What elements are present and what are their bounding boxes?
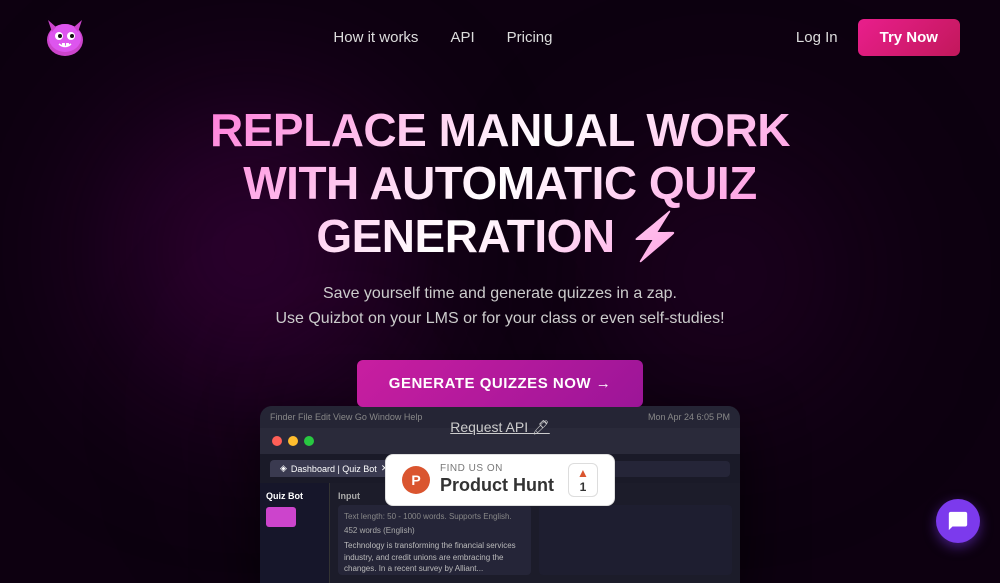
hero-section: REPLACE MANUAL WORK WITH AUTOMATIC QUIZ … — [0, 74, 1000, 526]
nav-links: How it works API Pricing — [333, 29, 552, 46]
try-now-button[interactable]: Try Now — [858, 19, 960, 56]
chat-icon — [947, 510, 969, 532]
request-api-link[interactable]: Request API 🖊 — [20, 419, 980, 436]
word-count: 452 words (English) — [344, 525, 525, 536]
chat-button[interactable] — [936, 499, 980, 543]
product-hunt-icon: P — [402, 466, 430, 494]
ph-count: 1 — [580, 480, 587, 494]
nav-pricing[interactable]: Pricing — [507, 29, 553, 46]
hero-title: REPLACE MANUAL WORK WITH AUTOMATIC QUIZ … — [150, 104, 850, 263]
sample-text: Technology is transforming the financial… — [344, 540, 525, 574]
generate-quizzes-button[interactable]: GENERATE QUIZZES NOW → — [357, 360, 643, 407]
product-hunt-text: FIND US ON Product Hunt — [440, 463, 554, 497]
logo-icon — [40, 12, 90, 62]
ph-find-us-label: FIND US ON — [440, 463, 503, 475]
nav-api[interactable]: API — [450, 29, 474, 46]
ph-arrow-icon: ▲ — [577, 466, 589, 480]
hero-subtitle: Save yourself time and generate quizzes … — [20, 281, 980, 332]
login-button[interactable]: Log In — [796, 29, 838, 46]
nav-how-it-works[interactable]: How it works — [333, 29, 418, 46]
logo[interactable] — [40, 12, 90, 62]
product-hunt-badge[interactable]: P FIND US ON Product Hunt ▲ 1 — [385, 454, 615, 506]
nav-actions: Log In Try Now — [796, 19, 960, 56]
ph-upvotes: ▲ 1 — [568, 463, 598, 497]
ph-product-hunt-label: Product Hunt — [440, 475, 554, 497]
navbar: How it works API Pricing Log In Try Now — [0, 0, 1000, 74]
